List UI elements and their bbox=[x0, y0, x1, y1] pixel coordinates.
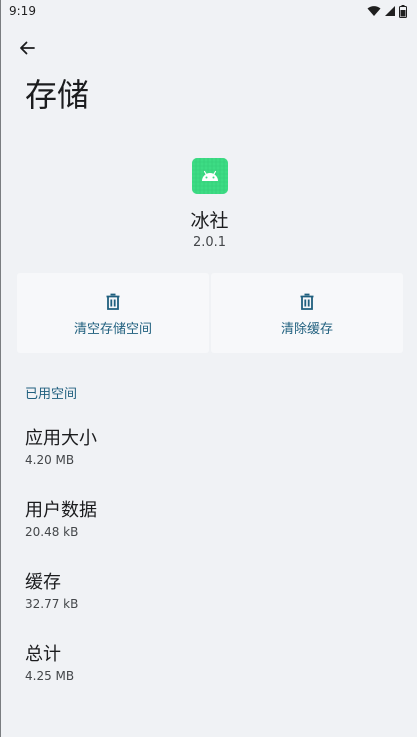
trash-icon bbox=[106, 293, 120, 310]
signal-icon bbox=[385, 6, 395, 16]
item-title: 总计 bbox=[25, 644, 61, 665]
item-title: 应用大小 bbox=[25, 428, 97, 449]
android-icon bbox=[192, 158, 228, 194]
app-name: 冰社 bbox=[190, 210, 229, 232]
clear-storage-label: 清空存储空间 bbox=[73, 322, 152, 337]
arrow-back-icon bbox=[20, 41, 35, 55]
trash-icon bbox=[300, 293, 314, 310]
item-title: 缓存 bbox=[25, 572, 61, 593]
item-summary: 20.48 kB bbox=[25, 525, 79, 539]
clear-storage-button[interactable]: 清空存储空间 bbox=[17, 273, 209, 353]
page-title: 存储 bbox=[25, 76, 90, 114]
action-buttons: 清空存储空间 清除缓存 bbox=[17, 273, 403, 353]
wifi-icon bbox=[367, 6, 381, 16]
battery-icon bbox=[399, 4, 407, 18]
list-item-cache: 缓存 32.77 kB bbox=[25, 568, 78, 611]
status-time: 9:19 bbox=[9, 4, 36, 18]
item-summary: 4.20 MB bbox=[25, 453, 75, 467]
clear-cache-button[interactable]: 清除缓存 bbox=[211, 273, 403, 353]
storage-screen: 9:19 存储 冰社 2.0.1 清空存储空间 清除缓存 已用空间 应用大小 4… bbox=[0, 0, 417, 737]
list-item-app-size: 应用大小 4.20 MB bbox=[25, 424, 97, 467]
app-icon bbox=[192, 158, 228, 194]
app-version: 2.0.1 bbox=[192, 235, 227, 250]
back-button[interactable] bbox=[13, 34, 41, 62]
section-header-used-space: 已用空间 bbox=[25, 387, 78, 402]
list-item-total: 总计 4.25 MB bbox=[25, 640, 74, 683]
clear-cache-label: 清除缓存 bbox=[280, 322, 333, 337]
item-summary: 4.25 MB bbox=[25, 669, 75, 683]
list-item-user-data: 用户数据 20.48 kB bbox=[25, 496, 97, 539]
item-title: 用户数据 bbox=[25, 500, 97, 521]
item-summary: 32.77 kB bbox=[25, 597, 79, 611]
status-bar: 9:19 bbox=[1, 0, 417, 22]
status-icons bbox=[367, 4, 407, 18]
